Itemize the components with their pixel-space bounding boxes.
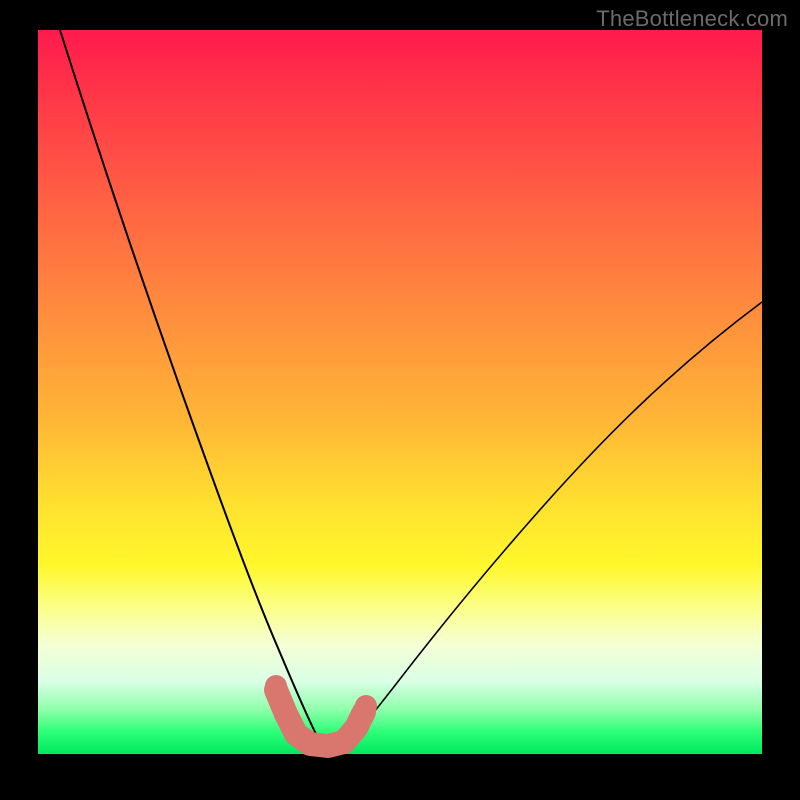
chart-frame: TheBottleneck.com bbox=[0, 0, 800, 800]
right-branch-curve bbox=[338, 302, 762, 754]
marker-dot-right-upper bbox=[355, 695, 377, 717]
left-branch-curve bbox=[60, 30, 328, 754]
watermark-text: TheBottleneck.com bbox=[596, 6, 788, 32]
marker-dot-left-upper bbox=[265, 675, 287, 697]
marker-dot-left-lower bbox=[275, 701, 297, 723]
curve-layer bbox=[38, 30, 762, 754]
plot-area bbox=[38, 30, 762, 754]
